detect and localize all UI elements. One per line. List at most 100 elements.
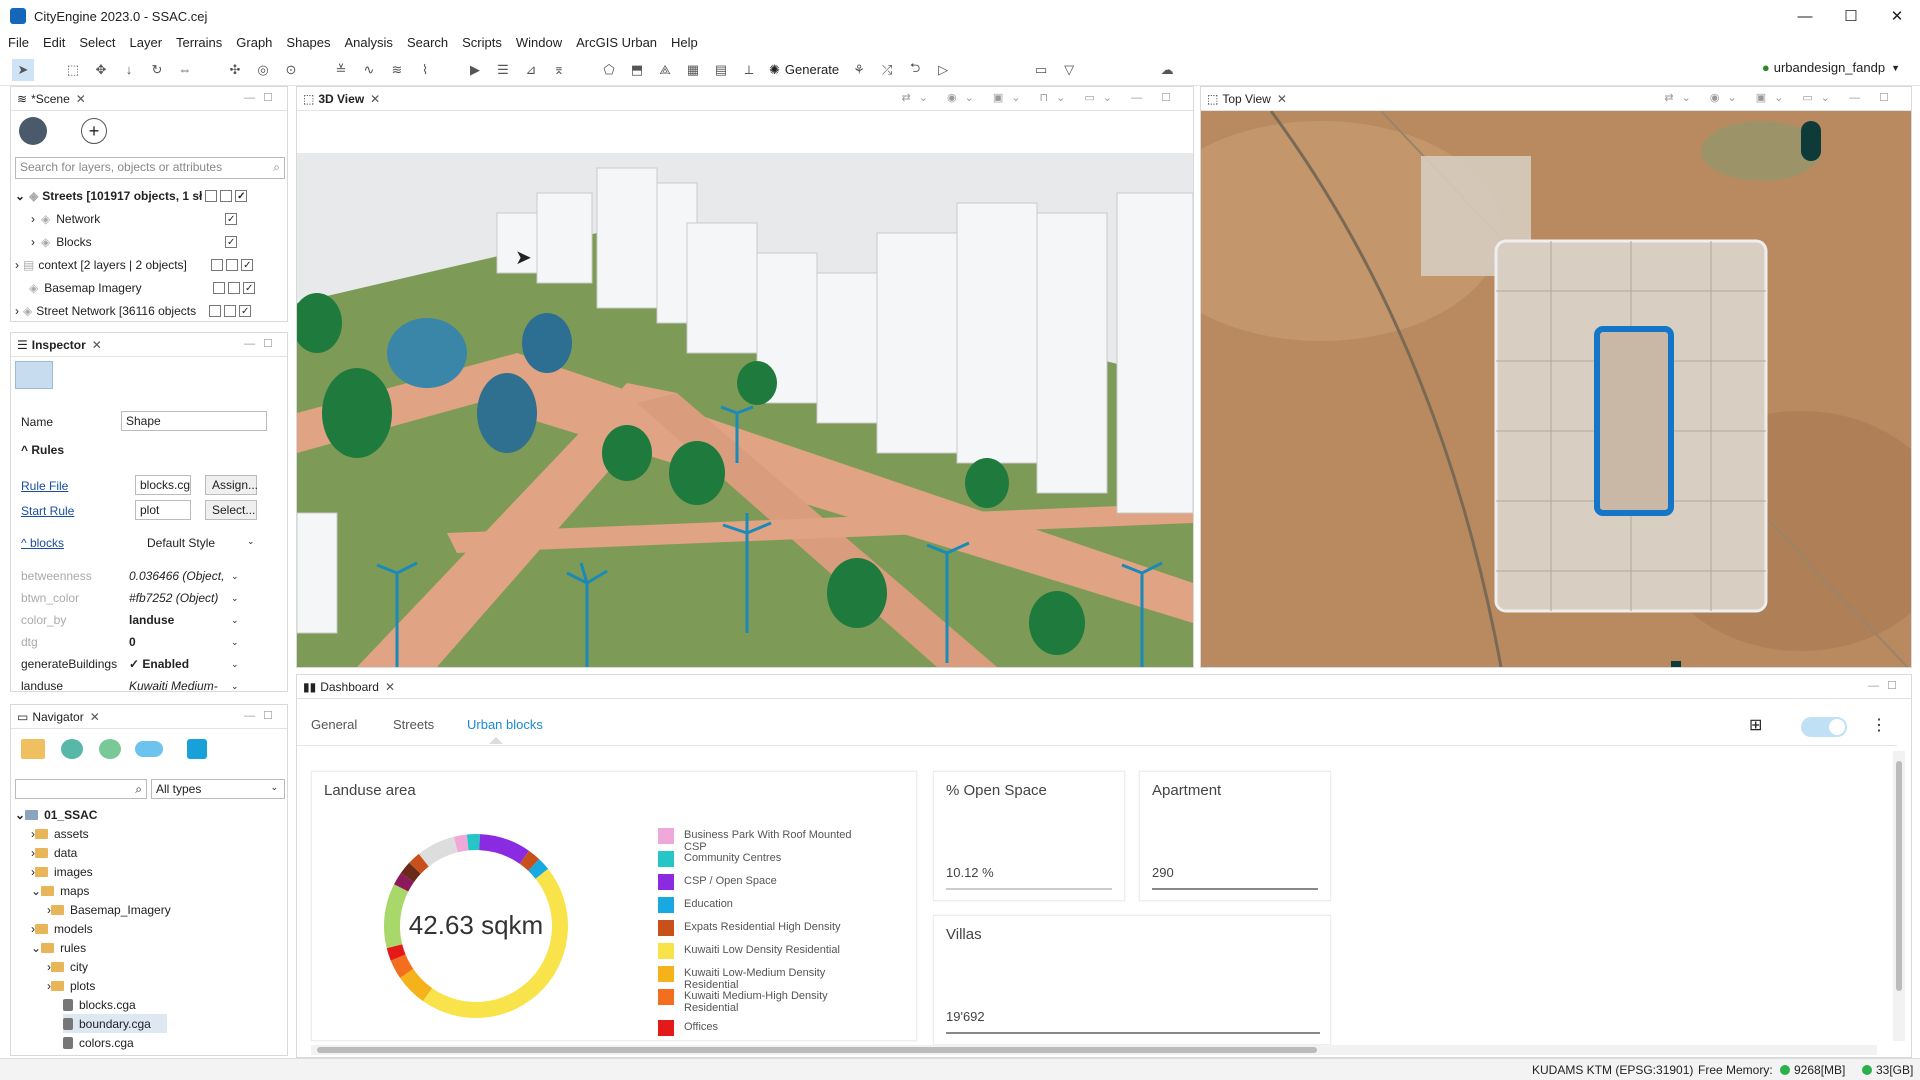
chevron-down-icon[interactable]: ⌄: [15, 189, 25, 203]
street-network-icon[interactable]: ⌇: [414, 59, 436, 81]
reset-icon[interactable]: ⮌: [904, 59, 926, 81]
legend-item[interactable]: Expats Residential High Density: [658, 920, 858, 936]
scene-tab[interactable]: ≋ *Scene ✕ —☐: [11, 87, 287, 111]
minimize-button[interactable]: —: [1782, 0, 1828, 32]
add-chart-icon[interactable]: ⊞: [1749, 715, 1762, 735]
chevron-right-icon[interactable]: ›: [31, 212, 35, 226]
visible-checkbox[interactable]: [228, 282, 241, 294]
close-icon[interactable]: ✕: [1277, 92, 1287, 106]
menu-select[interactable]: Select: [79, 35, 115, 50]
chevron-down-icon[interactable]: ⌄: [231, 681, 239, 692]
enabled-checkbox[interactable]: ✓: [235, 190, 248, 202]
legend-item[interactable]: Kuwaiti Low-Medium Density Residential: [658, 966, 858, 991]
enabled-checkbox[interactable]: ✓: [241, 259, 254, 271]
extrude-icon[interactable]: ⬒: [626, 59, 648, 81]
view-toolbar[interactable]: ⇄⌄ ◉⌄ ▣⌄ ▭⌄ — ☐: [1664, 91, 1897, 104]
add-layer-button[interactable]: +: [81, 118, 107, 144]
tree-item-project[interactable]: ⌄ 01_SSAC: [15, 805, 97, 824]
rotate-tool-icon[interactable]: ↻: [146, 59, 168, 81]
crs-indicator[interactable]: KUDAMS KTM (EPSG:31901): [1532, 1063, 1693, 1077]
update-seed-icon[interactable]: ⚘: [848, 59, 870, 81]
tree-item-plots[interactable]: › plots: [47, 976, 95, 995]
vertical-scrollbar[interactable]: [1893, 751, 1905, 1041]
shuffle-icon[interactable]: ⤮: [876, 59, 898, 81]
enabled-checkbox[interactable]: ✓: [239, 305, 252, 317]
generate-button[interactable]: ✺ Generate: [769, 62, 839, 78]
select-tool-icon[interactable]: ➤: [12, 58, 34, 81]
close-icon[interactable]: ✕: [370, 92, 380, 106]
close-icon[interactable]: ✕: [385, 680, 395, 694]
chevron-down-icon[interactable]: ⌄: [231, 637, 239, 648]
split-icon[interactable]: ⟂: [738, 59, 760, 81]
enabled-checkbox[interactable]: ✓: [243, 282, 256, 294]
top-view-tab[interactable]: ⬚ Top View ✕ ⇄⌄ ◉⌄ ▣⌄ ▭⌄ — ☐: [1201, 87, 1911, 111]
chevron-down-icon[interactable]: ⌄: [231, 593, 239, 604]
panel-minmax[interactable]: —☐: [244, 337, 281, 350]
curve-street-icon[interactable]: ∿: [358, 59, 380, 81]
layer-street-network[interactable]: › ◈ Street Network [36116 objects ✓: [11, 300, 281, 322]
drop-tool-icon[interactable]: ↓: [118, 59, 140, 81]
menu-file[interactable]: File: [8, 35, 29, 50]
tree-item-rules[interactable]: ⌄ rules: [31, 938, 86, 957]
legend-item[interactable]: Kuwaiti Medium-High Density Residential: [658, 989, 858, 1014]
tree-item-maps[interactable]: ⌄ maps: [31, 881, 89, 900]
style-dropdown[interactable]: Default Style: [147, 536, 215, 550]
maximize-button[interactable]: ☐: [1828, 0, 1874, 32]
attr-row[interactable]: generateBuildings ✓ Enabled ⌄: [11, 653, 281, 675]
attr-row[interactable]: dtg 0 ⌄: [11, 631, 281, 653]
toggle-view-switch[interactable]: [1801, 717, 1847, 737]
tree-item-boundary-cga[interactable]: boundary.cga: [63, 1014, 167, 1033]
menu-graph[interactable]: Graph: [236, 35, 272, 50]
start-rule-link[interactable]: Start Rule: [21, 504, 74, 518]
inspector-tab[interactable]: ☰ Inspector ✕ —☐: [11, 333, 287, 357]
lock-checkbox[interactable]: [213, 282, 226, 294]
move-tool-icon[interactable]: ✥: [90, 59, 112, 81]
tree-item-blocks-cga[interactable]: blocks.cga: [63, 995, 136, 1014]
panel-minmax[interactable]: —☐: [244, 91, 281, 104]
tree-item-assets[interactable]: › assets: [31, 824, 89, 843]
menu-layer[interactable]: Layer: [130, 35, 163, 50]
weather-icon[interactable]: ☁: [1156, 59, 1178, 81]
subtab-general[interactable]: General: [311, 717, 357, 732]
close-icon[interactable]: ✕: [90, 710, 100, 724]
panel-minmax[interactable]: —☐: [244, 709, 281, 722]
layer-streets[interactable]: ⌄ ◈ Streets [101917 objects, 1 sł ✓: [11, 185, 281, 207]
enabled-checkbox[interactable]: ✓: [225, 213, 238, 225]
chevron-down-icon[interactable]: ⌄: [231, 571, 239, 582]
menu-analysis[interactable]: Analysis: [345, 35, 393, 50]
rules-heading[interactable]: ^ Rules: [21, 443, 64, 457]
select-button[interactable]: Select...: [205, 500, 257, 520]
chevron-down-icon[interactable]: ⌄: [231, 659, 239, 670]
layer-context[interactable]: › ▤ context [2 layers | 2 objects] ✓: [11, 254, 281, 276]
tree-item-basemap[interactable]: › Basemap_Imagery: [47, 900, 171, 919]
texture-icon[interactable]: ▦: [682, 59, 704, 81]
scale-tool-icon[interactable]: ⇔: [174, 59, 196, 81]
pan-icon[interactable]: ✣: [224, 59, 246, 81]
close-button[interactable]: ✕: [1874, 0, 1920, 32]
menu-arcgis-urban[interactable]: ArcGIS Urban: [576, 35, 657, 50]
visible-checkbox[interactable]: [220, 190, 233, 202]
name-field[interactable]: Shape: [121, 411, 267, 431]
legend-item[interactable]: Community Centres: [658, 851, 858, 867]
legend-item[interactable]: CSP / Open Space: [658, 874, 858, 890]
eye-icon[interactable]: ◈: [29, 189, 38, 203]
eye-icon[interactable]: ◈: [41, 212, 50, 226]
enabled-checkbox[interactable]: ✓: [225, 236, 238, 248]
type-filter-select[interactable]: All types ⌄: [151, 779, 285, 799]
rule-file-field[interactable]: blocks.cg: [135, 475, 191, 495]
cloud-icon[interactable]: [135, 741, 163, 757]
layer-basemap[interactable]: ◈ Basemap Imagery ✓: [11, 277, 281, 299]
play-icon[interactable]: ▶: [464, 59, 486, 81]
chevron-down-icon[interactable]: ⌄: [231, 615, 239, 626]
align-terrain-icon[interactable]: ☰: [492, 59, 514, 81]
menu-window[interactable]: Window: [516, 35, 562, 50]
frame-select-icon[interactable]: ⬚: [62, 59, 84, 81]
tree-item-models[interactable]: › models: [31, 919, 93, 938]
close-icon[interactable]: ✕: [92, 338, 102, 352]
user-account[interactable]: ● urbandesign_fandp ▼: [1762, 60, 1900, 75]
download-globe-icon[interactable]: [61, 739, 83, 759]
view-3d-tab[interactable]: ⬚ 3D View ✕ ⇄⌄ ◉⌄ ▣⌄ ⊓⌄ ▭⌄ — ☐: [297, 87, 1193, 111]
facade-icon[interactable]: ▤: [710, 59, 732, 81]
chevron-right-icon[interactable]: ›: [31, 235, 35, 249]
dashboard-tab[interactable]: ▮▮ Dashboard ✕ —☐: [297, 675, 1911, 699]
